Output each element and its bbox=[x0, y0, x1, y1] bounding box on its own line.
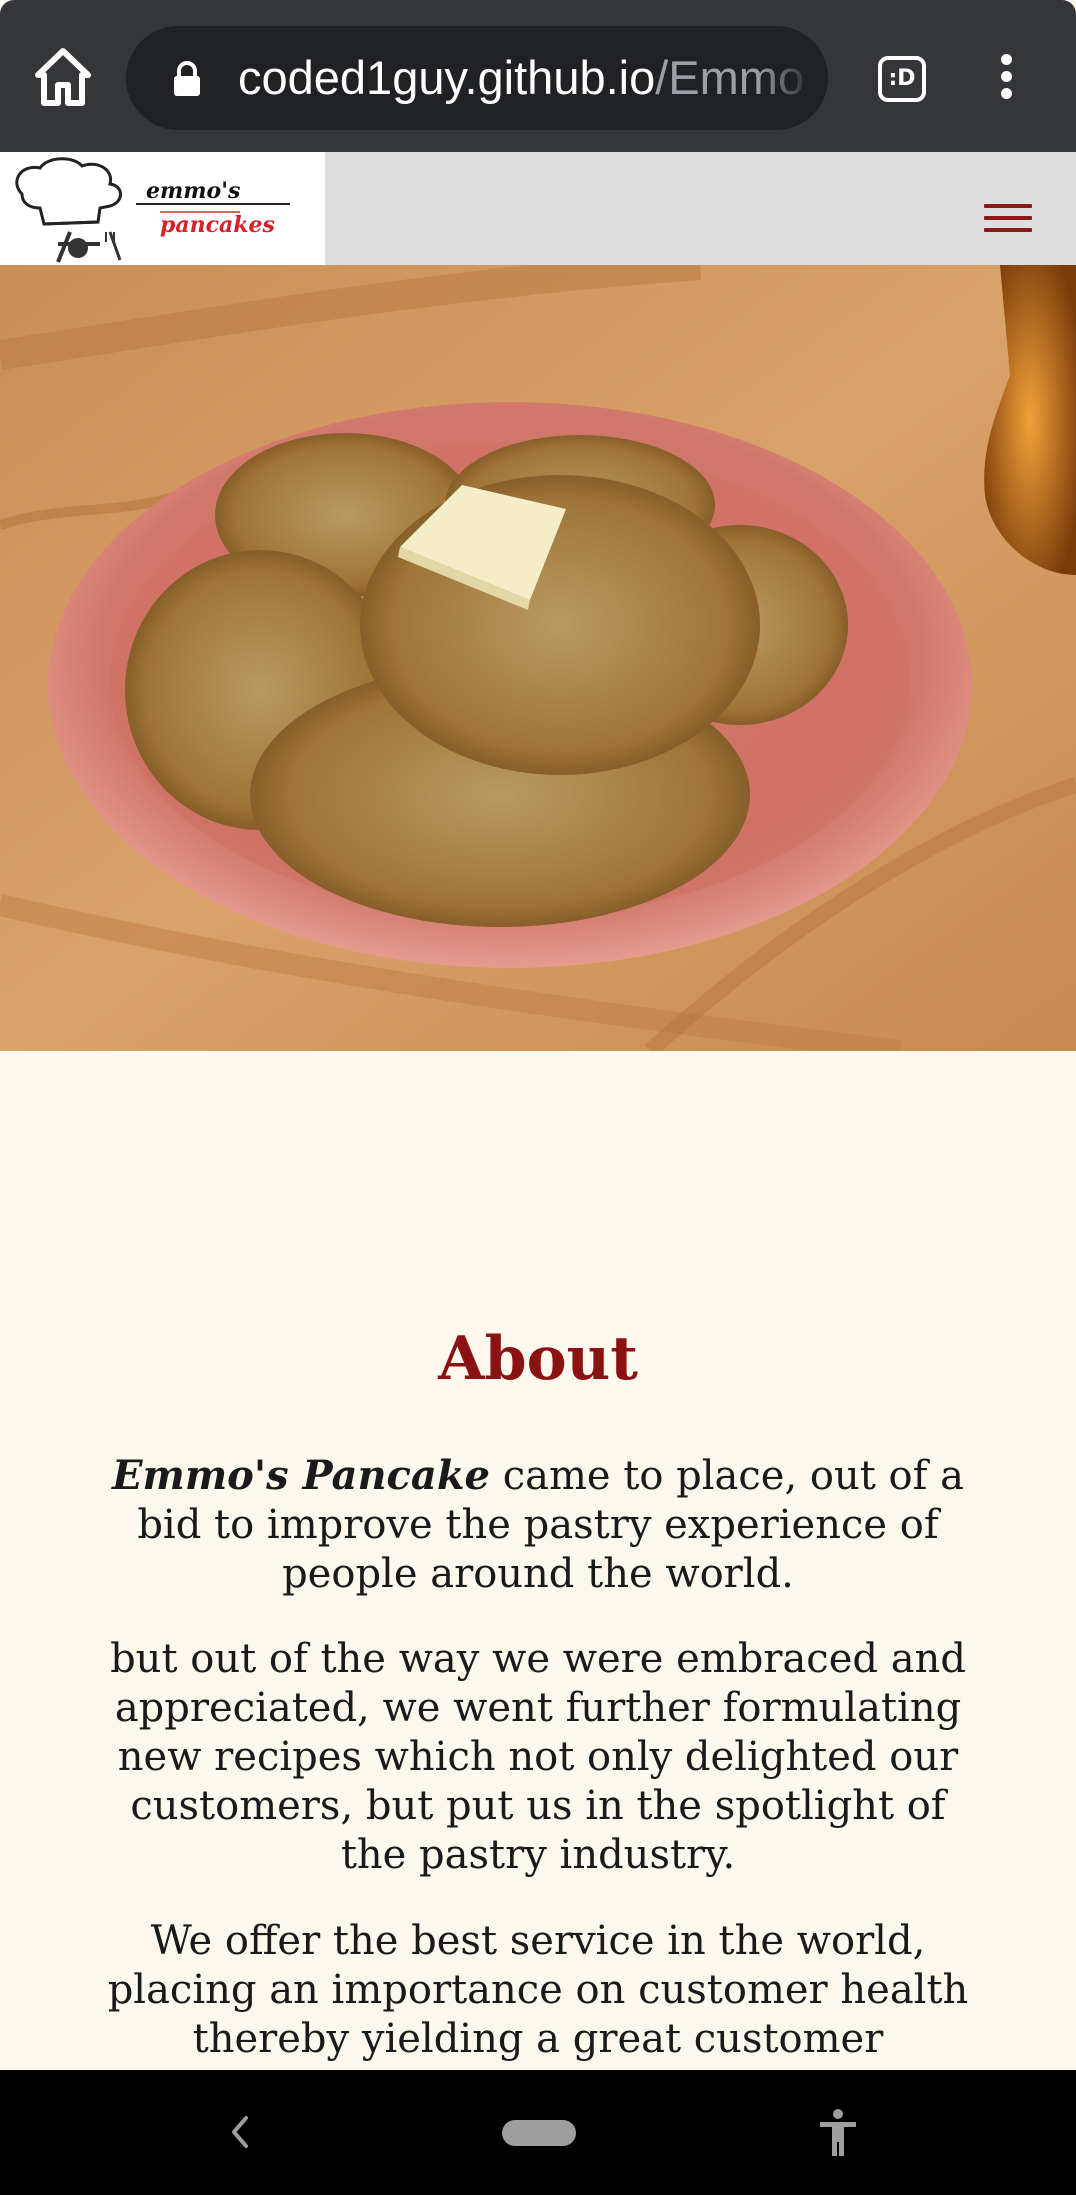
hamburger-icon[interactable] bbox=[984, 204, 1032, 240]
chef-hat-logo-icon: emmo's pancakes bbox=[15, 157, 290, 263]
system-navigation-bar bbox=[0, 2070, 1076, 2195]
lock-icon bbox=[174, 61, 200, 96]
about-paragraph-3: We offer the best service in the world, … bbox=[107, 1918, 969, 2062]
logo-text-line1: emmo's bbox=[146, 178, 240, 204]
url-host: coded1guy.github.io bbox=[238, 51, 656, 104]
pancakes-photo bbox=[0, 265, 1076, 1051]
about-paragraph-1: Emmo's Pancake came to place, out of a b… bbox=[98, 1451, 978, 1599]
browser-toolbar: coded1guy.github.io/Emmo :D bbox=[0, 0, 1076, 152]
about-paragraph-2: but out of the way we were embraced and … bbox=[110, 1636, 966, 1878]
logo-text-line2: pancakes bbox=[160, 212, 275, 238]
site-header: emmo's pancakes bbox=[0, 152, 1076, 265]
url-text[interactable]: coded1guy.github.io/Emmo bbox=[238, 48, 818, 108]
about-heading: About bbox=[438, 1324, 638, 1394]
tab-switcher-icon[interactable]: :D bbox=[878, 56, 926, 102]
address-bar[interactable]: coded1guy.github.io/Emmo bbox=[126, 26, 828, 130]
back-icon[interactable] bbox=[228, 2114, 252, 2150]
hero-image bbox=[0, 265, 1076, 1051]
brand-name: Emmo's Pancake bbox=[112, 1452, 490, 1499]
accessibility-icon[interactable] bbox=[818, 2108, 858, 2158]
home-pill-icon[interactable] bbox=[502, 2120, 576, 2146]
about-section: About Emmo's Pancake came to place, out … bbox=[0, 1051, 1076, 2070]
more-vert-icon[interactable] bbox=[996, 54, 1016, 104]
home-icon[interactable] bbox=[32, 45, 94, 111]
site-logo[interactable]: emmo's pancakes bbox=[0, 152, 325, 265]
url-fade bbox=[758, 26, 828, 130]
